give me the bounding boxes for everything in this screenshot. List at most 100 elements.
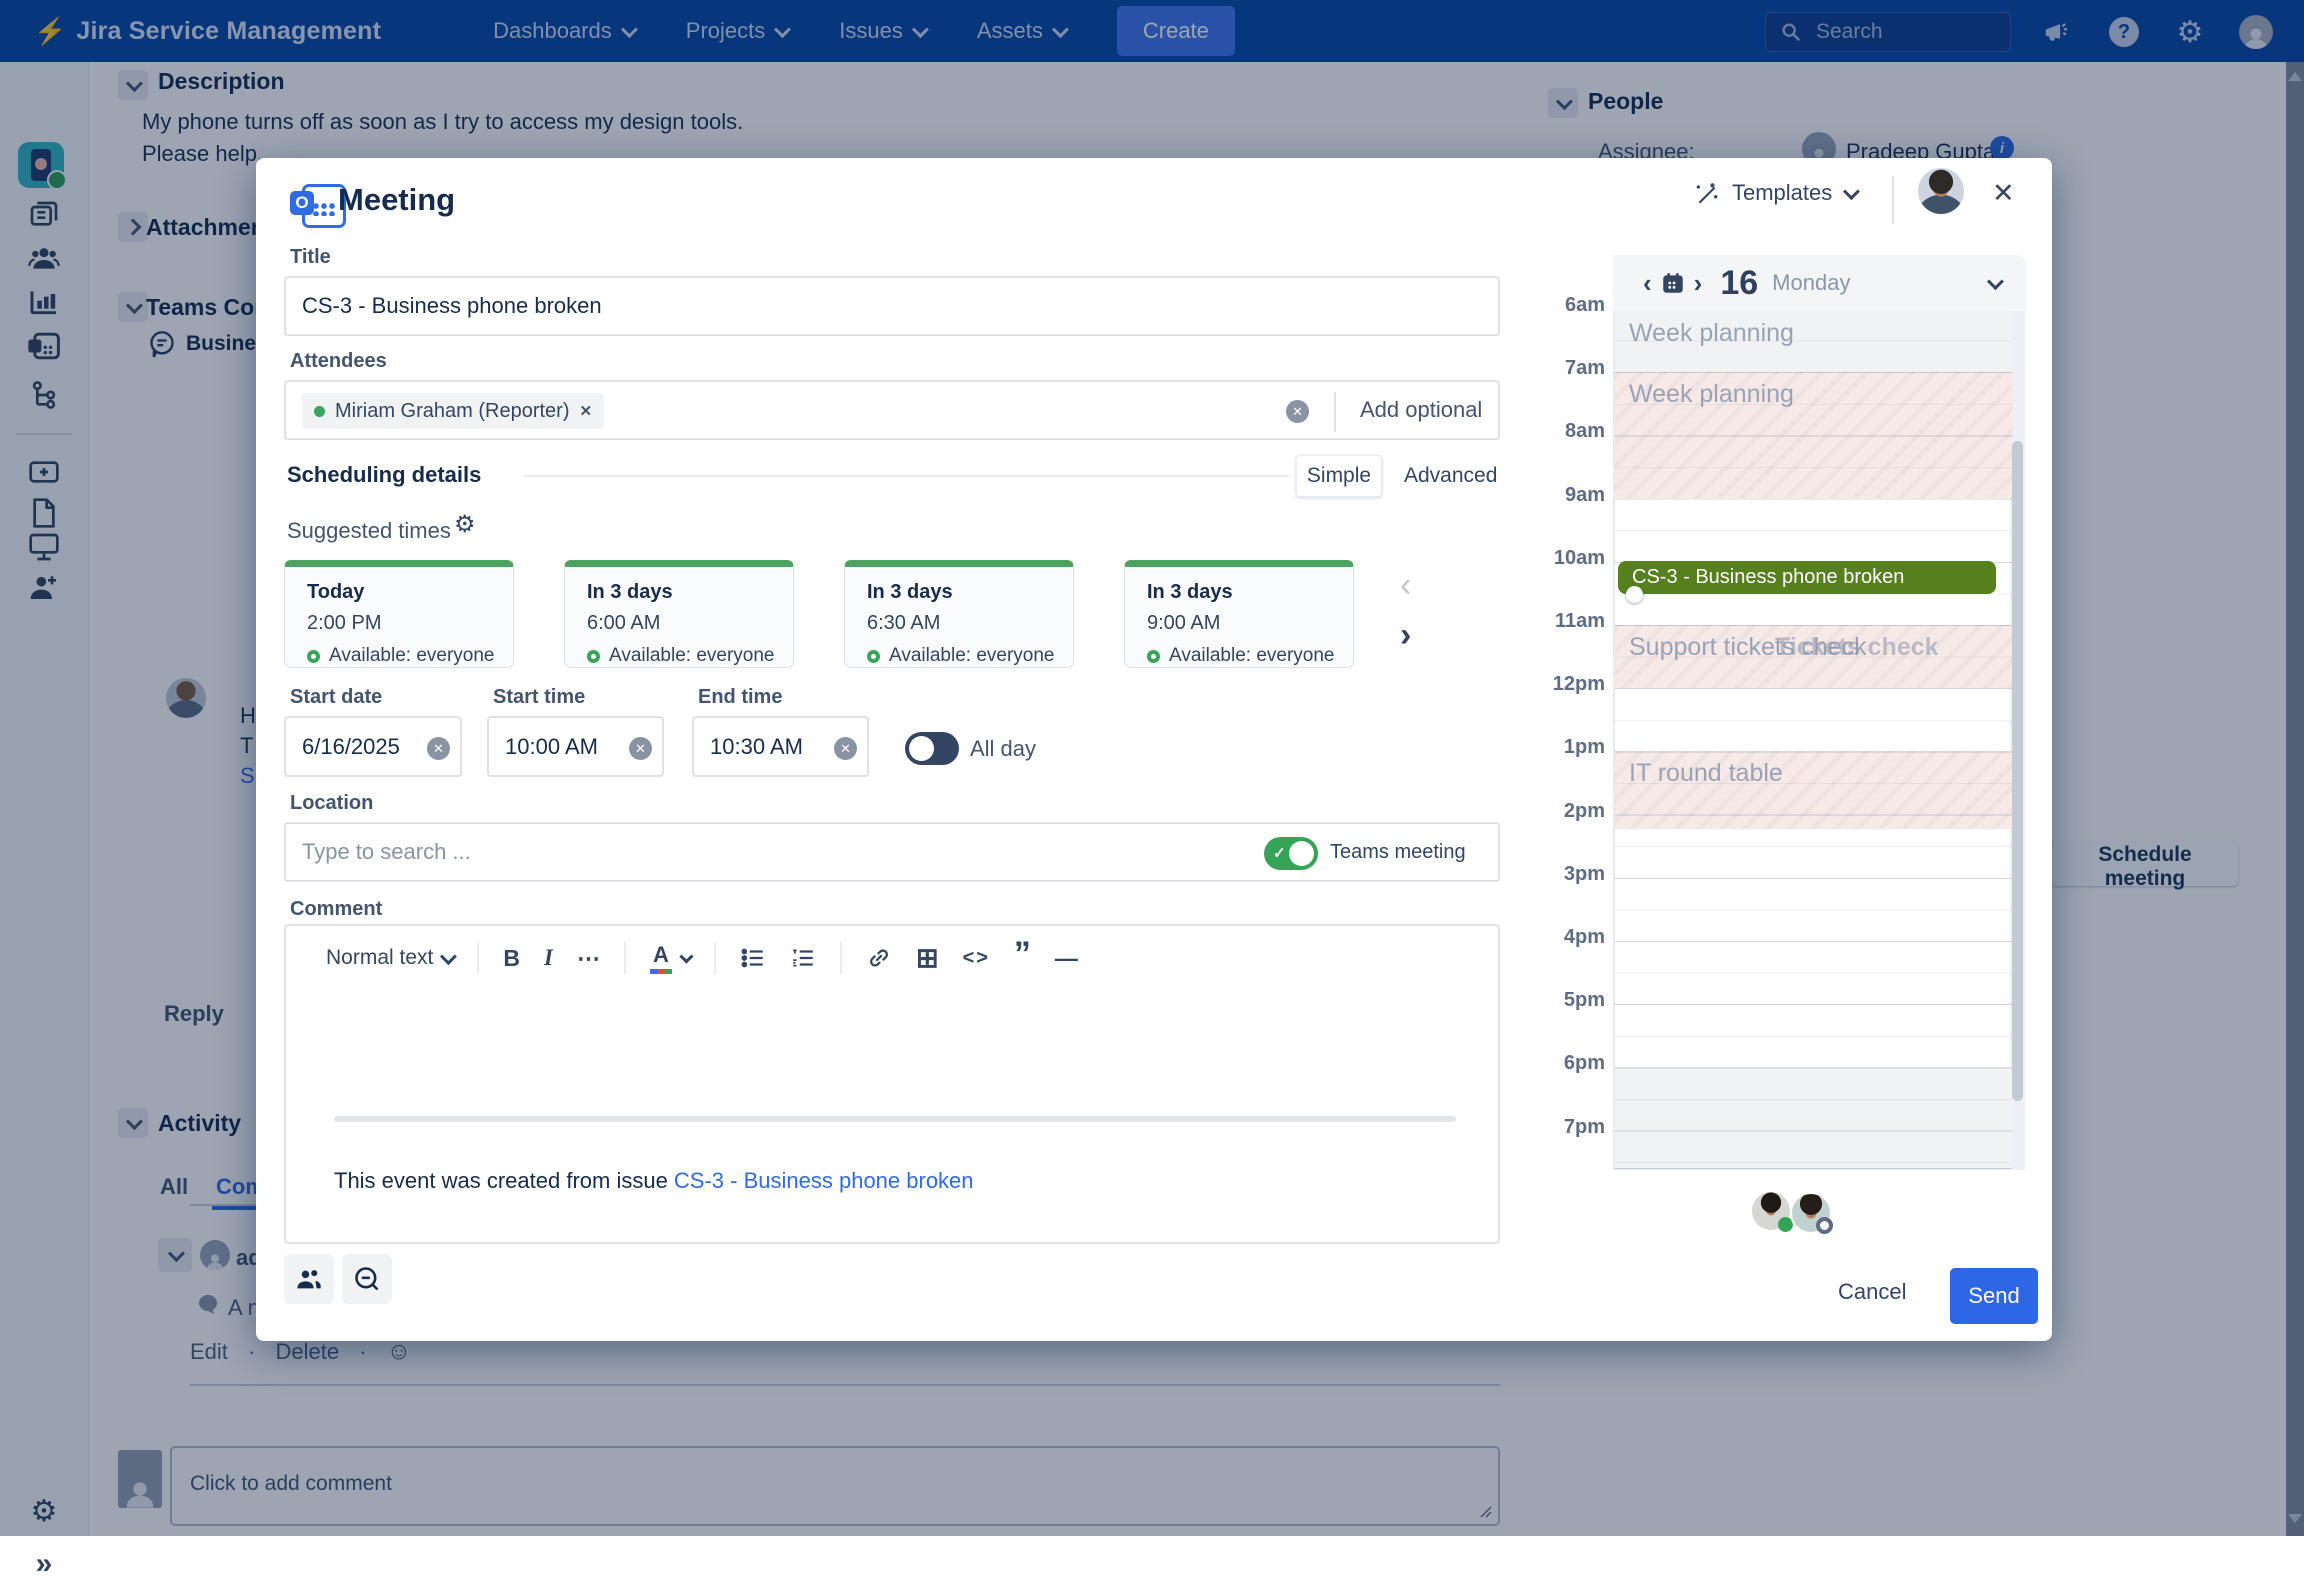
event-label: CS-3 - Business phone broken	[1632, 566, 1904, 588]
calendar-scrollbar[interactable]	[2010, 311, 2025, 1170]
hour-label: 1pm	[1539, 736, 1605, 759]
horizontal-rule-button[interactable]: —	[1055, 945, 1078, 972]
color-bar	[650, 969, 672, 974]
sidebar-expand[interactable]: »	[25, 1545, 63, 1583]
prev-day-icon[interactable]: ‹	[1635, 268, 1660, 299]
calendar-event-selected[interactable]: CS-3 - Business phone broken	[1618, 561, 1996, 594]
suggestions-next-icon[interactable]: ›	[1400, 616, 1411, 655]
calendar-scrollbar-thumb[interactable]	[2012, 441, 2023, 1101]
calendar-day-grid[interactable]: Week planning Week planning Support tick…	[1613, 311, 2012, 1170]
start-time-label: Start time	[493, 686, 585, 709]
all-day-toggle[interactable]	[905, 732, 959, 765]
toolbar-separator	[840, 942, 842, 974]
calendar-collapse-icon[interactable]	[1987, 273, 2004, 290]
clear-start-time-icon[interactable]: ✕	[629, 737, 652, 760]
clear-attendees-icon[interactable]: ✕	[1286, 400, 1309, 423]
italic-button[interactable]: I	[544, 945, 553, 971]
add-optional-button[interactable]: Add optional	[1360, 397, 1482, 423]
calendar-event-busy[interactable]: IT round table	[1615, 751, 2012, 829]
bullet-list-button[interactable]	[740, 945, 766, 971]
calendar-dots	[312, 202, 336, 216]
suggestion-card[interactable]: Today 2:00 PM Available: everyone	[284, 560, 514, 668]
calendar-icon[interactable]	[1660, 270, 1686, 296]
text-style-label: Normal text	[326, 946, 433, 970]
title-field-wrap	[284, 276, 1500, 336]
more-formatting-icon[interactable]: ⋯	[577, 945, 600, 972]
templates-button[interactable]: Templates	[1694, 180, 1856, 206]
calendar-event-busy[interactable]: Support tickets check Tickets check	[1615, 625, 2012, 688]
attendee-name: Miriam Graham (Reporter)	[335, 400, 569, 423]
attendee-avatar[interactable]	[1752, 1192, 1790, 1230]
bold-button[interactable]: B	[503, 945, 520, 972]
toolbar-separator	[714, 942, 716, 974]
text-style-dropdown[interactable]: Normal text	[326, 946, 453, 970]
cancel-button[interactable]: Cancel	[1832, 1278, 1912, 1306]
quote-button[interactable]: ”	[1014, 947, 1031, 969]
toolbar-separator	[477, 942, 479, 974]
title-input[interactable]	[286, 278, 1498, 334]
suggestion-time: 2:00 PM	[307, 612, 513, 635]
teams-meeting-toggle[interactable]: ✓	[1264, 837, 1318, 870]
header-divider	[1892, 176, 1894, 224]
table-button[interactable]: ⊞	[916, 943, 939, 974]
calendar-day-number: 16	[1720, 264, 1758, 303]
user-avatar[interactable]	[1918, 168, 1964, 214]
close-icon[interactable]: ✕	[1992, 178, 2015, 209]
suggestion-day: In 3 days	[1147, 581, 1353, 604]
suggested-times-label: Suggested times	[287, 518, 451, 544]
chevron-down-icon	[440, 948, 457, 965]
calendar-event-busy[interactable]: Week planning	[1615, 372, 2012, 498]
advanced-toggle-button[interactable]: Advanced	[1404, 464, 1497, 488]
chat-bubble-icon	[353, 1265, 381, 1293]
editor-toolbar: Normal text B I ⋯ A	[286, 926, 1498, 990]
inserted-divider	[334, 1116, 1456, 1122]
attendee-avatar[interactable]	[1790, 1192, 1832, 1234]
suggestion-day: In 3 days	[867, 581, 1073, 604]
all-day-label: All day	[970, 736, 1036, 762]
suggestion-card[interactable]: In 3 days 6:00 AM Available: everyone	[564, 560, 794, 668]
attendees-field[interactable]: Miriam Graham (Reporter) ✕ ✕ Add optiona…	[284, 380, 1500, 440]
add-attendees-button[interactable]	[284, 1254, 334, 1304]
suggestion-card[interactable]: In 3 days 9:00 AM Available: everyone	[1124, 560, 1354, 668]
hour-label: 3pm	[1539, 863, 1605, 886]
chat-button[interactable]	[342, 1254, 392, 1304]
people-icon	[295, 1266, 323, 1292]
calendar-event-tentative[interactable]: Week planning	[1615, 311, 2012, 372]
code-button[interactable]: <>	[963, 947, 990, 970]
event-label: Week planning	[1615, 372, 2012, 409]
resize-handle[interactable]	[1626, 586, 1643, 603]
link-button[interactable]	[866, 945, 892, 971]
issue-link[interactable]: CS-3 - Business phone broken	[674, 1168, 974, 1193]
suggestion-day: Today	[307, 581, 513, 604]
availability-dot	[867, 650, 880, 663]
end-time-field: ✕	[692, 716, 869, 777]
section-rule	[524, 475, 1290, 477]
suggestions-prev-icon[interactable]: ‹	[1400, 566, 1411, 605]
comment-paragraph[interactable]: This event was created from issue CS-3 -…	[334, 1168, 974, 1194]
calendar-offhours-block	[1615, 1067, 2012, 1170]
clear-date-icon[interactable]: ✕	[427, 737, 450, 760]
text-color-button[interactable]: A	[650, 942, 690, 974]
numbered-list-button[interactable]	[790, 945, 816, 971]
start-date-label: Start date	[290, 686, 382, 709]
suggestion-card[interactable]: In 3 days 6:30 AM Available: everyone	[844, 560, 1074, 668]
hour-label: 12pm	[1539, 673, 1605, 696]
attendee-chip[interactable]: Miriam Graham (Reporter) ✕	[302, 393, 604, 429]
presence-dot	[314, 406, 325, 417]
send-button[interactable]: Send	[1950, 1268, 2038, 1324]
suggestions-settings-gear-icon[interactable]: ⚙	[454, 510, 476, 539]
availability-text: Available: everyone	[889, 645, 1054, 667]
availability-dot	[587, 650, 600, 663]
suggestion-time: 9:00 AM	[1147, 612, 1353, 635]
meeting-app-icon: O	[290, 184, 340, 224]
next-day-icon[interactable]: ›	[1686, 268, 1711, 299]
attendees-label: Attendees	[290, 350, 387, 373]
clear-end-time-icon[interactable]: ✕	[834, 737, 857, 760]
availability-text: Available: everyone	[329, 645, 494, 667]
comment-label: Comment	[290, 898, 382, 921]
wand-icon	[1694, 180, 1720, 206]
remove-attendee-icon[interactable]: ✕	[579, 402, 592, 420]
pending-badge	[1816, 1217, 1833, 1234]
simple-toggle-button[interactable]: Simple	[1296, 455, 1382, 497]
hour-label: 6pm	[1539, 1052, 1605, 1075]
